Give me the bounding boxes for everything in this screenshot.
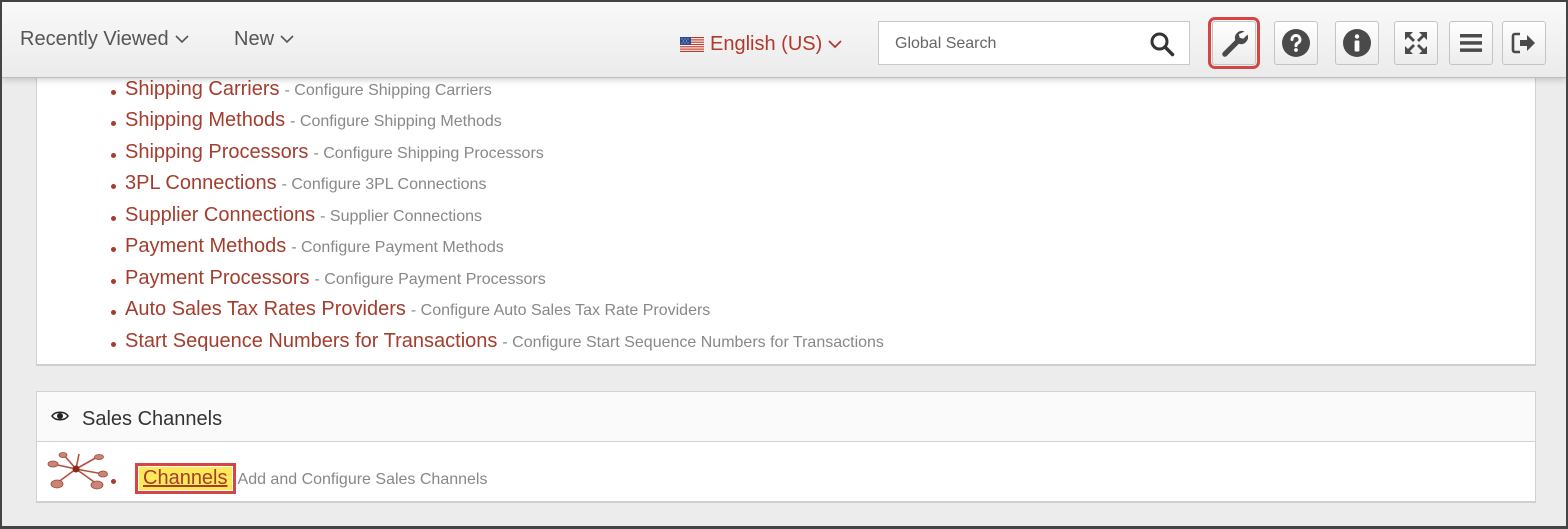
3pl-connections-link[interactable]: 3PL Connections — [125, 172, 277, 195]
bullet — [111, 279, 116, 284]
bullet — [111, 479, 116, 484]
list-item-description: - Configure Payment Methods — [291, 239, 504, 256]
list-item-description: - Configure Auto Sales Tax Rate Provider… — [410, 302, 711, 319]
channels-description: Add and Configure Sales Channels — [237, 471, 488, 488]
global-search-input[interactable] — [893, 32, 1137, 56]
search-icon[interactable] — [1149, 31, 1175, 57]
payment-processors-link[interactable]: Payment Processors — [125, 267, 310, 290]
recently-viewed-menu[interactable]: Recently Viewed — [20, 28, 189, 51]
list-item-description: - Configure Payment Processors — [314, 271, 546, 288]
list-item-description: - Configure Start Sequence Numbers for T… — [502, 334, 884, 351]
menu-button[interactable] — [1449, 21, 1493, 65]
bullet — [111, 216, 116, 221]
fullscreen-button[interactable] — [1394, 21, 1438, 65]
list-item: Shipping Carriers - Configure Shipping Ca… — [111, 78, 492, 101]
sales-channels-header: Sales Channels — [37, 392, 1535, 442]
us-flag-icon — [680, 37, 704, 52]
list-item: Supplier Connections - Supplier Connectio… — [111, 204, 482, 227]
shipping-carriers-link[interactable]: Shipping Carriers — [125, 78, 280, 101]
language-label: English (US) — [710, 33, 823, 55]
bullet — [111, 247, 116, 252]
bullet — [111, 153, 116, 158]
list-item-description: - Configure Shipping Methods — [290, 113, 502, 130]
list-item-description: - Configure 3PL Connections — [281, 176, 487, 193]
logout-button[interactable] — [1502, 21, 1546, 65]
list-item: Payment Processors - Configure Payment Pr… — [111, 267, 546, 290]
list-item: Payment Methods - Configure Payment Metho… — [111, 235, 504, 258]
channels-link[interactable]: Channels — [135, 463, 236, 494]
info-icon — [1343, 29, 1371, 57]
shipping-processors-link[interactable]: Shipping Processors — [125, 141, 308, 164]
menu-icon — [1460, 34, 1482, 52]
list-item-description: - Configure Shipping Carriers — [284, 82, 492, 99]
chevron-down-icon — [280, 35, 294, 44]
global-search — [878, 21, 1190, 65]
new-menu[interactable]: New — [234, 28, 294, 51]
top-toolbar: Recently Viewed New English (US) — [2, 2, 1566, 78]
list-item: 3PL Connections - Configure 3PL Connectio… — [111, 172, 487, 195]
language-selector[interactable]: English (US) — [680, 33, 842, 56]
bullet — [111, 310, 116, 315]
list-item: Shipping Processors - Configure Shipping … — [111, 141, 544, 164]
sales-channels-title: Sales Channels — [82, 408, 223, 430]
supplier-connections-link[interactable]: Supplier Connections — [125, 204, 315, 227]
channels-row: Channels Add and Configure Sales Channel… — [111, 463, 488, 494]
list-item-description: - Supplier Connections — [320, 208, 482, 225]
new-label: New — [234, 28, 275, 50]
bullet — [111, 90, 116, 95]
help-button[interactable] — [1274, 21, 1318, 65]
sales-channels-panel: Sales Channels Channels Add and Configur… — [36, 391, 1536, 503]
chevron-down-icon — [175, 35, 189, 44]
auto-sales-tax-rates-providers-link[interactable]: Auto Sales Tax Rates Providers — [125, 298, 406, 321]
shipping-methods-link[interactable]: Shipping Methods — [125, 109, 285, 132]
settings-panel: Shipping Carriers - Configure Shipping Ca… — [36, 74, 1536, 366]
list-item: Shipping Methods - Configure Shipping Met… — [111, 109, 502, 132]
payment-methods-link[interactable]: Payment Methods — [125, 235, 286, 258]
chevron-down-icon — [828, 40, 842, 49]
list-item: Auto Sales Tax Rates Providers - Configur… — [111, 298, 711, 321]
info-button[interactable] — [1335, 21, 1379, 65]
help-icon — [1282, 29, 1310, 57]
start-sequence-numbers-link[interactable]: Start Sequence Numbers for Transactions — [125, 330, 497, 353]
bullet — [111, 342, 116, 347]
eye-icon[interactable] — [51, 410, 69, 422]
bullet — [111, 121, 116, 126]
settings-button[interactable] — [1208, 17, 1260, 69]
recently-viewed-label: Recently Viewed — [20, 28, 169, 50]
fullscreen-icon — [1405, 32, 1427, 54]
list-item: Start Sequence Numbers for Transactions -… — [111, 330, 884, 353]
bullet — [111, 184, 116, 189]
logout-icon — [1511, 32, 1535, 54]
list-item-description: - Configure Shipping Processors — [313, 145, 544, 162]
wrench-icon — [1222, 30, 1249, 57]
channels-network-icon — [47, 452, 108, 490]
